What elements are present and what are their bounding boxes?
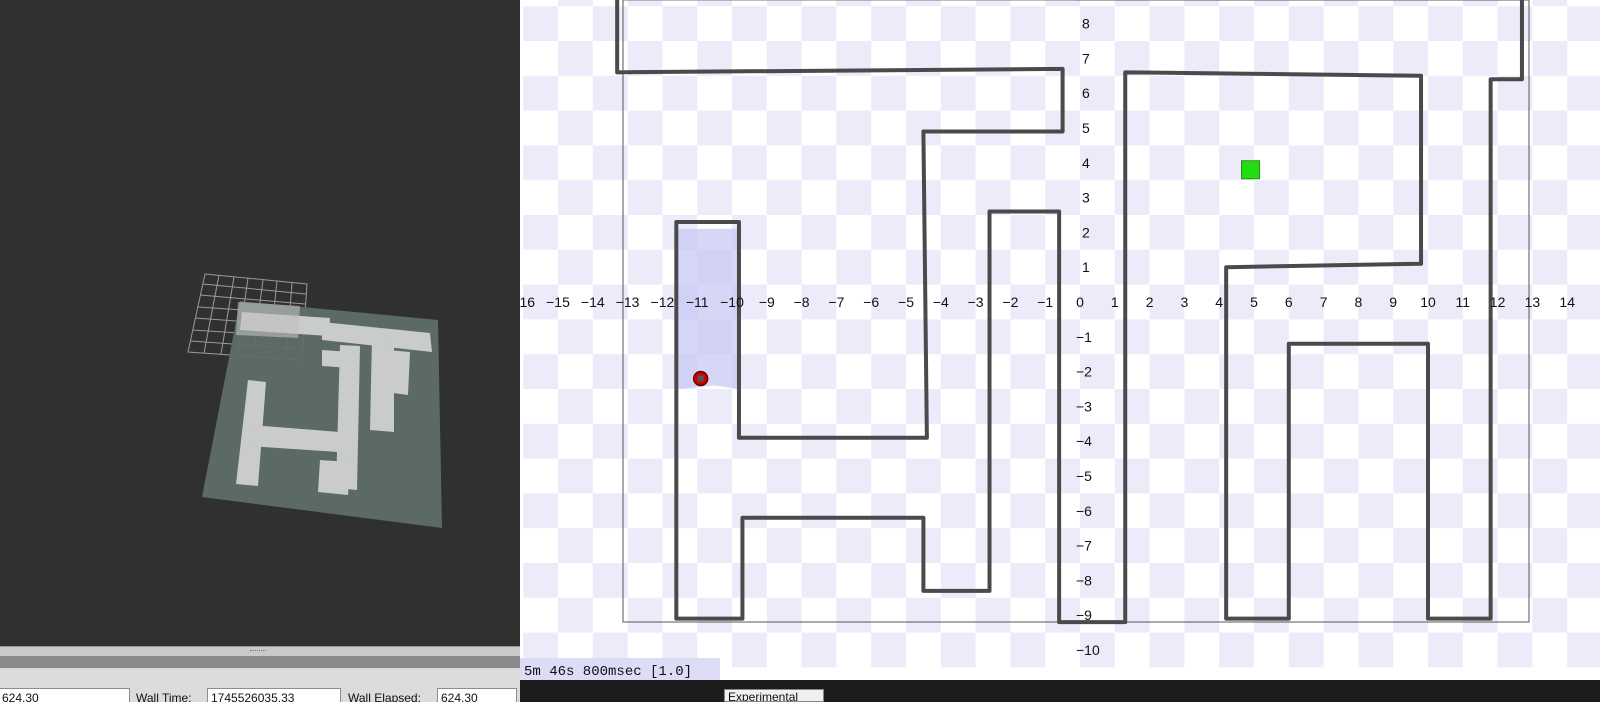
y-tick-label: 6: [1082, 85, 1090, 101]
y-tick-label: −6: [1076, 503, 1092, 519]
x-tick-label: 13: [1525, 294, 1541, 310]
sim-time-label: 5m 46s 800msec [1.0]: [524, 664, 692, 680]
y-tick-label: −2: [1076, 364, 1092, 380]
x-tick-label: 6: [1285, 294, 1293, 310]
y-tick-label: −4: [1076, 433, 1092, 449]
x-tick-label: 8: [1355, 294, 1363, 310]
x-tick-label: −1: [1037, 294, 1053, 310]
x-tick-label: 11: [1456, 294, 1471, 310]
y-tick-label: 3: [1082, 190, 1090, 206]
robot-marker[interactable]: [692, 370, 709, 387]
rviz-3d-viewport[interactable]: [0, 0, 520, 646]
y-tick-label: 7: [1082, 50, 1090, 66]
y-tick-label: 8: [1082, 16, 1090, 32]
wall-elapsed-field: 624.30: [437, 688, 517, 702]
x-tick-label: −3: [968, 294, 984, 310]
y-tick-label: −3: [1076, 398, 1092, 414]
x-tick-label: −5: [898, 294, 914, 310]
x-tick-label: 12: [1490, 294, 1506, 310]
x-tick-label: −4: [933, 294, 949, 310]
y-tick-label: −10: [1076, 642, 1100, 658]
wall-time-label: Wall Time:: [136, 691, 192, 702]
x-tick-label: 7: [1320, 294, 1328, 310]
goal-square: [1241, 160, 1261, 180]
y-tick-label: −9: [1076, 607, 1092, 623]
x-tick-label: −7: [828, 294, 844, 310]
rviz-panel: 624.30 Wall Time: 1745526035.33 Wall Ela…: [0, 0, 520, 702]
x-tick-label: −12: [651, 294, 675, 310]
y-tick-label: −8: [1076, 572, 1092, 588]
x-tick-label: −6: [863, 294, 879, 310]
goal-marker[interactable]: [1241, 160, 1261, 180]
x-tick-label: −14: [581, 294, 605, 310]
rviz-scene: [187, 273, 442, 528]
x-tick-label: 0: [1076, 294, 1084, 310]
y-tick-label: 5: [1082, 120, 1090, 136]
x-tick-label: −15: [546, 294, 570, 310]
x-tick-label: −10: [720, 294, 744, 310]
x-tick-label: −2: [1002, 294, 1018, 310]
y-tick-label: −7: [1076, 538, 1092, 554]
x-tick-label: −13: [616, 294, 640, 310]
y-tick-label: 4: [1082, 155, 1090, 171]
x-tick-label: −11: [686, 294, 709, 310]
x-tick-label: 14: [1559, 294, 1575, 310]
x-tick-label: −9: [759, 294, 775, 310]
stage-simulator-window[interactable]: −16−15−14−13−12−11−10−9−8−7−6−5−4−3−2−10…: [520, 0, 1600, 702]
time-panel: 624.30 Wall Time: 1745526035.33 Wall Ela…: [0, 669, 520, 702]
x-tick-label: 3: [1181, 294, 1189, 310]
horizontal-scrollbar[interactable]: [0, 656, 520, 668]
ros-time-field: 624.30: [0, 688, 130, 702]
wall-elapsed-label: Wall Elapsed:: [348, 691, 421, 702]
x-tick-label: 1: [1111, 294, 1119, 310]
x-tick-label: −8: [794, 294, 810, 310]
x-tick-label: 9: [1389, 294, 1397, 310]
y-tick-label: 2: [1082, 224, 1090, 240]
x-tick-label: 5: [1250, 294, 1258, 310]
y-tick-label: 1: [1082, 259, 1090, 275]
y-tick-label: −5: [1076, 468, 1092, 484]
x-tick-label: −16: [520, 294, 535, 310]
stage-world-view[interactable]: −16−15−14−13−12−11−10−9−8−7−6−5−4−3−2−10…: [520, 0, 1600, 702]
x-tick-label: 4: [1215, 294, 1223, 310]
experimental-button[interactable]: Experimental: [724, 689, 824, 702]
robot-sensor: [697, 375, 704, 382]
x-tick-label: 10: [1420, 294, 1436, 310]
x-tick-label: 2: [1146, 294, 1154, 310]
y-tick-label: −1: [1076, 329, 1092, 345]
wall-time-field: 1745526035.33: [207, 688, 341, 702]
